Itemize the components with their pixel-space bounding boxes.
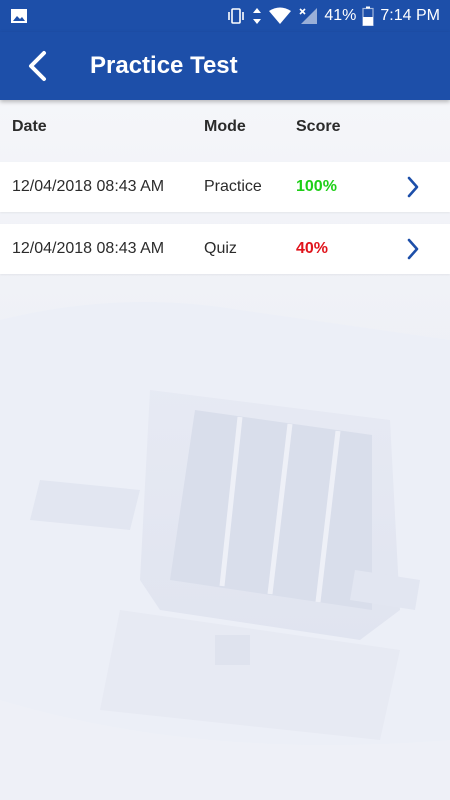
table-row[interactable]: 12/04/2018 08:43 AM Practice 100% [0, 162, 450, 212]
vibrate-icon [228, 8, 245, 24]
cellular-signal-icon [299, 8, 318, 24]
app-bar: Practice Test [0, 32, 450, 100]
back-button[interactable] [12, 41, 62, 91]
screen: 41% 7:14 PM Practice Test Date Mode Scor… [0, 0, 450, 800]
chevron-left-icon [29, 51, 46, 81]
image-notification-icon [11, 9, 27, 23]
chevron-right-icon[interactable] [406, 238, 420, 260]
battery-percent: 41% [324, 7, 357, 24]
wifi-icon [269, 7, 292, 24]
row-date: 12/04/2018 08:43 AM [12, 178, 165, 195]
status-bar: 41% 7:14 PM [0, 0, 450, 32]
header-score: Score [296, 118, 341, 135]
row-score: 40% [296, 240, 329, 257]
header-date: Date [12, 118, 47, 135]
row-score: 100% [296, 178, 337, 195]
row-mode: Practice [204, 178, 262, 195]
header-mode: Mode [204, 118, 246, 135]
row-date: 12/04/2018 08:43 AM [12, 240, 165, 257]
data-transfer-icon [253, 8, 262, 24]
truck-background-image [0, 302, 450, 800]
table-header: Date Mode Score [0, 100, 450, 154]
chevron-right-icon[interactable] [406, 176, 420, 198]
status-time: 7:14 PM [380, 7, 440, 24]
row-mode: Quiz [204, 240, 237, 257]
page-title: Practice Test [90, 52, 238, 79]
table-row[interactable]: 12/04/2018 08:43 AM Quiz 40% [0, 224, 450, 274]
battery-icon [362, 6, 375, 26]
